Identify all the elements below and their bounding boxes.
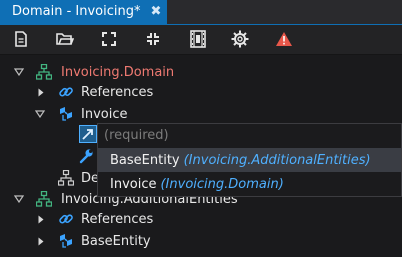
option-name: Invoice: [110, 176, 157, 192]
warning-icon[interactable]: [272, 28, 296, 50]
close-icon[interactable]: ✖: [150, 0, 161, 24]
diagram-icon: [57, 169, 75, 186]
collapse-arrow-icon[interactable]: [13, 66, 25, 78]
expand-arrow-icon[interactable]: [35, 235, 47, 247]
tab-title: Domain - Invoicing*: [12, 4, 141, 19]
tree-row-baseentity[interactable]: BaseEntity: [0, 230, 402, 252]
type-search-input[interactable]: [98, 124, 401, 147]
toolbar: [0, 25, 402, 55]
option-name: BaseEntity: [110, 152, 180, 168]
link-icon: [58, 84, 74, 100]
option-baseentity[interactable]: BaseEntity (Invoicing.AdditionalEntities…: [98, 148, 401, 172]
collapse-arrow-icon[interactable]: [13, 193, 25, 205]
tree-label-references: References: [81, 84, 154, 100]
film-strip-icon[interactable]: [186, 28, 210, 50]
association-icon: [79, 125, 97, 143]
expand-arrow-icon[interactable]: [35, 213, 47, 225]
tree-label-invoicing-domain: Invoicing.Domain: [61, 64, 175, 80]
tree-label-references-2: References: [81, 211, 154, 227]
tree-row-references[interactable]: References: [0, 81, 402, 103]
tab-bar: Domain - Invoicing* ✖: [0, 0, 402, 25]
class-entity-icon: [58, 233, 74, 249]
option-invoice[interactable]: Invoice (Invoicing.Domain): [98, 172, 401, 196]
tree-label-baseentity: BaseEntity: [81, 233, 151, 249]
option-namespace: (Invoicing.AdditionalEntities): [183, 152, 371, 168]
option-namespace: (Invoicing.Domain): [160, 176, 284, 192]
expand-icon[interactable]: [97, 28, 121, 50]
wrench-icon: [78, 148, 94, 164]
collapse-arrow-icon[interactable]: [34, 108, 46, 120]
tab-domain-invoicing[interactable]: Domain - Invoicing* ✖: [0, 0, 168, 24]
class-entity-icon: [58, 106, 74, 122]
tree-row-invoice[interactable]: Invoice: [0, 103, 402, 125]
type-picker-popup: BaseEntity (Invoicing.AdditionalEntities…: [97, 123, 402, 197]
tree-row-references-2[interactable]: References: [0, 208, 402, 230]
new-document-icon[interactable]: [9, 28, 33, 50]
open-folder-icon[interactable]: [53, 28, 77, 50]
domain-designer-window: Domain - Invoicing* ✖ Invoicing.Domain R…: [0, 0, 402, 257]
link-icon: [58, 211, 74, 227]
domain-package-icon: [35, 63, 53, 80]
domain-package-icon: [35, 190, 53, 207]
tree-row-invoicing-domain[interactable]: Invoicing.Domain: [0, 61, 402, 83]
settings-gear-icon[interactable]: [228, 28, 252, 50]
expand-arrow-icon[interactable]: [35, 86, 47, 98]
tree-label-invoice: Invoice: [81, 106, 128, 122]
collapse-icon[interactable]: [141, 28, 165, 50]
